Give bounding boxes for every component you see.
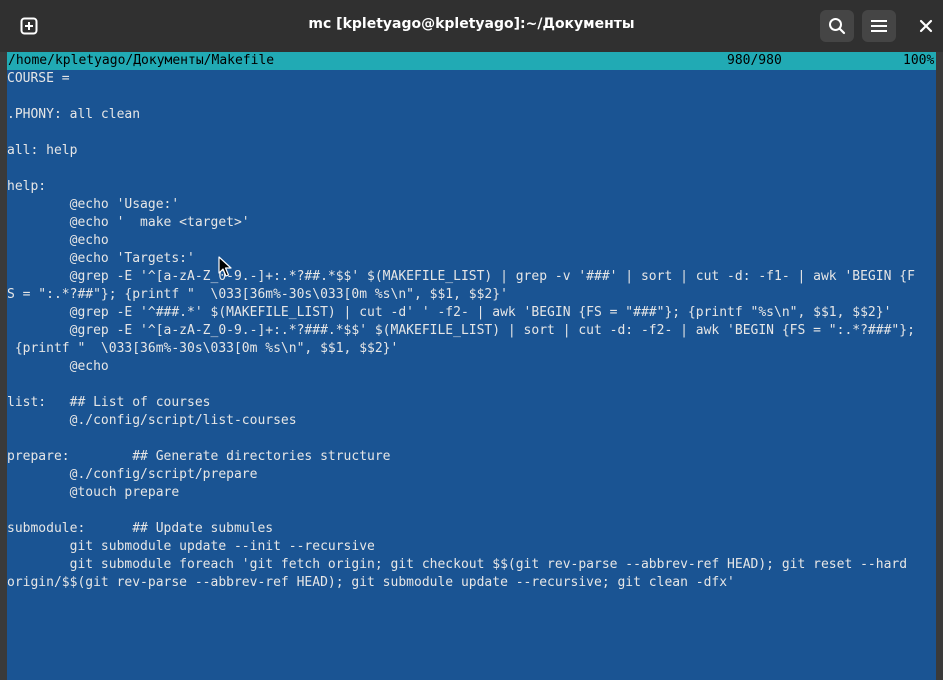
code-line: {printf " \033[36m%-30s\033[0m %s\n", $$… xyxy=(7,341,399,356)
code-line: @touch prepare xyxy=(7,485,180,500)
code-line: @grep -E '^[a-zA-Z_0-9.-]+:.*?##.*$$' $(… xyxy=(7,269,915,284)
code-line: git submodule update --init --recursive xyxy=(7,539,375,554)
code-line: list: ## List of courses xyxy=(7,395,211,410)
code-line: git submodule foreach 'git fetch origin;… xyxy=(7,557,908,572)
code-line: all: help xyxy=(7,143,78,158)
code-line: @echo xyxy=(7,233,109,248)
code-line: S = ":.*?##"}; {printf " \033[36m%-30s\0… xyxy=(7,287,508,302)
code-line: COURSE = xyxy=(7,71,70,86)
code-line: prepare: ## Generate directories structu… xyxy=(7,449,391,464)
search-icon xyxy=(829,18,846,35)
code-line: @echo 'Targets:' xyxy=(7,251,195,266)
code-line: submodule: ## Update submules xyxy=(7,521,274,536)
code-line: @echo ' make <target>' xyxy=(7,215,250,230)
close-icon xyxy=(919,19,933,33)
close-button[interactable] xyxy=(910,10,942,42)
terminal-view[interactable]: /home/kpletyago/Документы/Makefile 980/9… xyxy=(7,52,936,680)
background-window-edge-left xyxy=(0,52,7,680)
mouse-cursor-icon xyxy=(218,256,232,277)
code-line: @grep -E '^###.*' $(MAKEFILE_LIST) | cut… xyxy=(7,305,892,320)
hamburger-menu-icon xyxy=(871,20,887,32)
window-title: mc [kpletyago@kpletyago]:~/Документы xyxy=(308,16,635,32)
file-content[interactable]: COURSE = .PHONY: all clean all: help help: … xyxy=(7,70,936,592)
code-line: @echo 'Usage:' xyxy=(7,197,180,212)
code-line: origin/$$(git rev-parse --abbrev-ref HEA… xyxy=(7,575,735,590)
cursor-position: 980/980 xyxy=(727,53,782,68)
search-button[interactable] xyxy=(820,10,854,42)
code-line: @grep -E '^[a-zA-Z_0-9.-]+:.*?###.*$$' $… xyxy=(7,323,915,338)
menu-button[interactable] xyxy=(862,10,896,42)
window-titlebar: mc [kpletyago@kpletyago]:~/Документы xyxy=(0,0,943,52)
code-line: @echo xyxy=(7,359,109,374)
editor-status-bar: /home/kpletyago/Документы/Makefile 980/9… xyxy=(7,52,936,70)
file-path: /home/kpletyago/Документы/Makefile xyxy=(8,53,275,68)
new-tab-button[interactable] xyxy=(12,10,46,42)
scroll-percent: 100% xyxy=(903,53,935,68)
code-line: @./config/script/prepare xyxy=(7,467,258,482)
code-line: .PHONY: all clean xyxy=(7,107,141,122)
code-line: @./config/script/list-courses xyxy=(7,413,297,428)
background-window-edge-right xyxy=(936,52,943,680)
code-line: help: xyxy=(7,179,47,194)
plus-square-icon xyxy=(20,17,38,35)
